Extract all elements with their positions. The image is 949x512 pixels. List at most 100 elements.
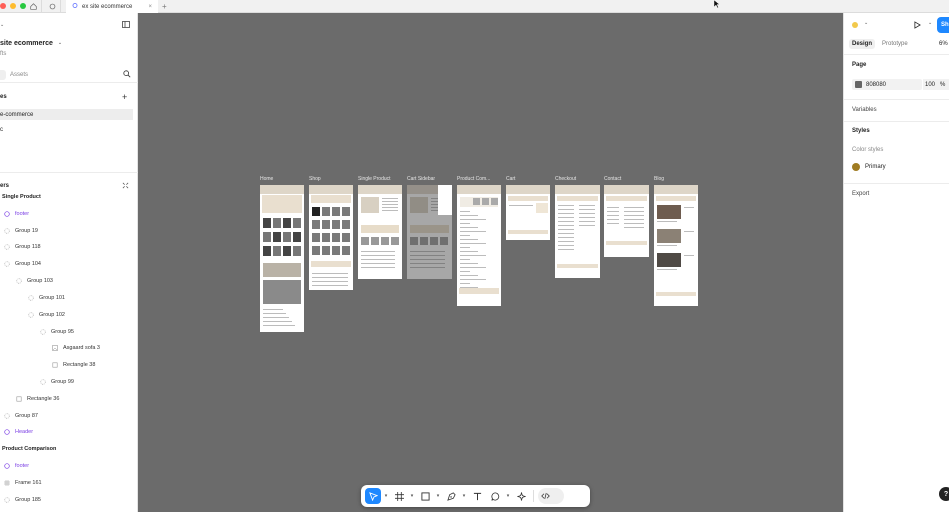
text-tool-icon[interactable]: [469, 488, 485, 504]
chevron-down-icon[interactable]: ▾: [383, 493, 389, 499]
layer-label: Single Product: [2, 194, 41, 200]
collapse-layers-icon[interactable]: [122, 182, 129, 191]
export-section[interactable]: Export: [852, 191, 869, 197]
frame-label[interactable]: Cart Sidebar: [407, 176, 435, 182]
project-title[interactable]: site ecommerce: [0, 40, 53, 47]
frame-label[interactable]: Contact: [604, 176, 621, 182]
shape-tool-icon[interactable]: [417, 488, 433, 504]
color-style-primary[interactable]: Primary: [852, 163, 886, 171]
window-minimize-dot[interactable]: [10, 3, 16, 9]
toolbar-divider: [533, 490, 534, 502]
frame-label[interactable]: Cart: [506, 176, 515, 182]
project-title-row[interactable]: site ecommerce ⌄: [0, 38, 138, 48]
file-tab[interactable]: ex site ecommerce ×: [66, 0, 158, 13]
frame-label[interactable]: Shop: [309, 176, 321, 182]
right-tabs: Design Prototype 6%: [844, 39, 949, 51]
dev-mode-icon[interactable]: [538, 488, 564, 504]
comment-tool-icon[interactable]: [487, 488, 503, 504]
layer-label: Group 118: [15, 244, 41, 250]
layer-label: Group 99: [51, 379, 74, 385]
layer-row[interactable]: Frame 161: [0, 478, 138, 488]
frame-thumbnail-cartsidebar[interactable]: [407, 185, 452, 279]
frame-label[interactable]: Home: [260, 176, 273, 182]
layer-row[interactable]: Rectangle 36: [0, 394, 138, 404]
layer-row[interactable]: Group 103: [0, 276, 138, 286]
layers-tab-edge[interactable]: [0, 69, 6, 80]
close-tab-icon[interactable]: ×: [148, 4, 152, 10]
layer-row[interactable]: Product Comparison: [0, 444, 138, 454]
chevron-down-icon[interactable]: ⌄: [864, 20, 868, 26]
primary-color-swatch: [852, 163, 860, 171]
page-item-ecommerce[interactable]: e-commerce: [0, 109, 133, 120]
actions-tool-icon[interactable]: [513, 488, 529, 504]
drafts-icon[interactable]: [45, 0, 61, 13]
background-hex[interactable]: 808080: [866, 82, 886, 88]
frame-thumbnail-shop[interactable]: [309, 185, 353, 290]
layer-row[interactable]: Asgaard sofa 3: [0, 343, 138, 353]
window-close-dot[interactable]: [0, 3, 6, 9]
layer-row[interactable]: Group 118: [0, 242, 138, 252]
layer-row[interactable]: footer: [0, 461, 138, 471]
page-opacity-field[interactable]: 100 %: [923, 79, 949, 90]
layer-row[interactable]: Group 87: [0, 411, 138, 421]
background-swatch[interactable]: [855, 81, 862, 88]
avatar-icon[interactable]: [852, 22, 858, 28]
layer-row[interactable]: Group 99: [0, 377, 138, 387]
pen-tool-icon[interactable]: [443, 488, 459, 504]
chevron-down-icon[interactable]: ⌄: [0, 22, 4, 28]
layer-row[interactable]: Group 101: [0, 293, 138, 303]
layer-row[interactable]: Group 102: [0, 310, 138, 320]
add-page-icon[interactable]: +: [122, 92, 127, 102]
sidebar-toggle-icon[interactable]: [122, 20, 130, 30]
percent-symbol: %: [940, 81, 946, 88]
frame-label[interactable]: Single Product: [358, 176, 391, 182]
design-canvas[interactable]: Home Shop Single Product Cart Sidebar Produc…: [138, 13, 843, 512]
frame-label[interactable]: Checkout: [555, 176, 576, 182]
layer-row[interactable]: Single Product: [0, 192, 138, 202]
chevron-down-icon[interactable]: ⌄: [928, 20, 932, 26]
frame-label[interactable]: Blog: [654, 176, 664, 182]
layer-row[interactable]: Group 19: [0, 226, 138, 236]
layer-row[interactable]: Group 104: [0, 259, 138, 269]
opacity-value[interactable]: 100: [925, 82, 935, 88]
search-icon[interactable]: [123, 69, 131, 80]
share-button[interactable]: Sh: [937, 17, 949, 33]
left-tabs: Assets: [0, 67, 138, 83]
image-icon: [52, 345, 58, 351]
frame-thumbnail-cart[interactable]: [506, 185, 550, 240]
page-item-c[interactable]: c: [0, 125, 138, 135]
layer-label: Group 87: [15, 413, 38, 419]
layer-row[interactable]: Header: [0, 427, 138, 437]
tab-assets[interactable]: Assets: [10, 72, 28, 78]
tab-design[interactable]: Design: [849, 39, 876, 49]
tab-prototype[interactable]: Prototype: [882, 41, 908, 47]
layer-row[interactable]: footer: [0, 209, 138, 219]
page-background-field[interactable]: 808080: [852, 79, 922, 90]
layer-label: Frame 161: [15, 480, 42, 486]
frame-thumbnail-single[interactable]: [358, 185, 402, 279]
frame-thumbnail-home[interactable]: [260, 185, 304, 332]
frame-thumbnail-contact[interactable]: [604, 185, 649, 257]
move-tool-icon[interactable]: [365, 488, 381, 504]
layer-row[interactable]: Rectangle 38: [0, 360, 138, 370]
frame-thumbnail-blog[interactable]: [654, 185, 698, 306]
new-tab-icon[interactable]: +: [162, 0, 167, 13]
frame-tool-icon[interactable]: [391, 488, 407, 504]
chevron-down-icon[interactable]: ▾: [505, 493, 511, 499]
frame-thumbnail-compare[interactable]: [457, 185, 501, 306]
help-button[interactable]: ?: [939, 487, 949, 501]
chevron-down-icon[interactable]: ▾: [435, 493, 441, 499]
zoom-level[interactable]: 6%: [939, 41, 948, 47]
chevron-down-icon[interactable]: ⌄: [58, 40, 62, 46]
layer-row[interactable]: Group 185: [0, 495, 138, 505]
frame-label[interactable]: Product Com...: [457, 176, 490, 182]
present-icon[interactable]: [914, 21, 921, 31]
layer-row[interactable]: Group 95: [0, 327, 138, 337]
rectangle-icon: [16, 396, 22, 402]
home-icon[interactable]: [26, 0, 42, 13]
frame-thumbnail-checkout[interactable]: [555, 185, 600, 278]
variables-section[interactable]: Variables: [852, 107, 877, 113]
bottom-toolbar: ▾ ▾ ▾ ▾ ▾: [361, 485, 590, 507]
chevron-down-icon[interactable]: ▾: [409, 493, 415, 499]
chevron-down-icon[interactable]: ▾: [461, 493, 467, 499]
